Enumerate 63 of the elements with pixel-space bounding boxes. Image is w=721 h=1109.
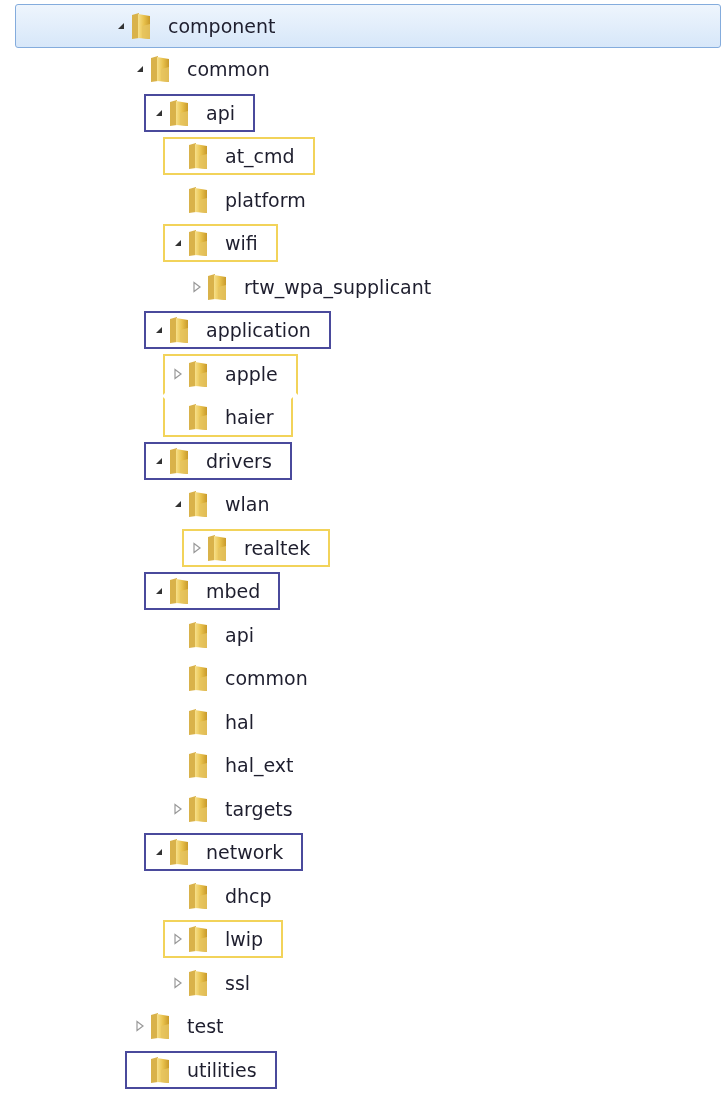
expanded-arrow-icon[interactable] [173,499,183,510]
expanded-arrow-icon[interactable] [154,847,164,858]
folder-label[interactable]: rtw_wpa_supplicant [244,275,432,298]
folder-label[interactable]: at_cmd [225,145,295,168]
folder-label[interactable]: wlan [225,493,270,516]
folder-icon [187,490,209,519]
folder-icon [187,185,209,214]
collapsed-arrow-icon[interactable] [173,368,183,381]
folder-label[interactable]: common [187,58,270,81]
collapsed-arrow-icon[interactable] [192,541,202,554]
collapsed-arrow-icon[interactable] [173,976,183,989]
folder-label[interactable]: haier [225,405,274,428]
folder-icon [168,838,190,867]
collapsed-arrow-icon[interactable] [135,1020,145,1033]
folder-icon [187,794,209,823]
folder-icon [149,1012,171,1041]
folder-label[interactable]: utilities [187,1058,257,1081]
folder-label[interactable]: api [206,101,235,124]
folder-icon [187,751,209,780]
folder-icon [130,11,152,40]
folder-icon [168,98,190,127]
folder-icon [168,577,190,606]
folder-icon [187,620,209,649]
folder-label[interactable]: apple [225,363,278,386]
folder-label[interactable]: common [225,667,308,690]
expanded-arrow-icon[interactable] [154,325,164,336]
collapsed-arrow-icon[interactable] [192,280,202,293]
folder-label[interactable]: hal [225,710,254,733]
folder-label[interactable]: ssl [225,971,251,994]
collapsed-arrow-icon[interactable] [173,802,183,815]
folder-label[interactable]: wifi [225,232,258,255]
folder-label[interactable]: application [206,319,311,342]
folder-label[interactable]: hal_ext [225,754,294,777]
folder-label[interactable]: drivers [206,449,272,472]
expanded-arrow-icon[interactable] [173,238,183,249]
folder-icon [187,707,209,736]
expanded-arrow-icon[interactable] [135,64,145,75]
folder-label[interactable]: targets [225,797,293,820]
folder-icon [168,316,190,345]
folder-label[interactable]: platform [225,188,306,211]
folder-icon [206,533,228,562]
folder-label[interactable]: realtek [244,536,311,559]
folder-label[interactable]: network [206,841,284,864]
folder-icon [149,55,171,84]
folder-icon [187,664,209,693]
expanded-arrow-icon[interactable] [154,586,164,597]
folder-icon [149,1055,171,1084]
folder-icon [187,360,209,389]
folder-label[interactable]: test [187,1015,224,1038]
folder-icon [187,968,209,997]
folder-icon [168,446,190,475]
folder-icon [187,881,209,910]
folder-label[interactable]: component [168,14,276,37]
folder-icon [187,229,209,258]
folder-label[interactable]: dhcp [225,884,272,907]
folder-label[interactable]: api [225,623,254,646]
folder-icon [187,402,209,431]
collapsed-arrow-icon[interactable] [173,933,183,946]
folder-icon [187,142,209,171]
folder-label[interactable]: lwip [225,928,264,951]
folder-icon [187,925,209,954]
folder-label[interactable]: mbed [206,580,261,603]
folder-icon [206,272,228,301]
